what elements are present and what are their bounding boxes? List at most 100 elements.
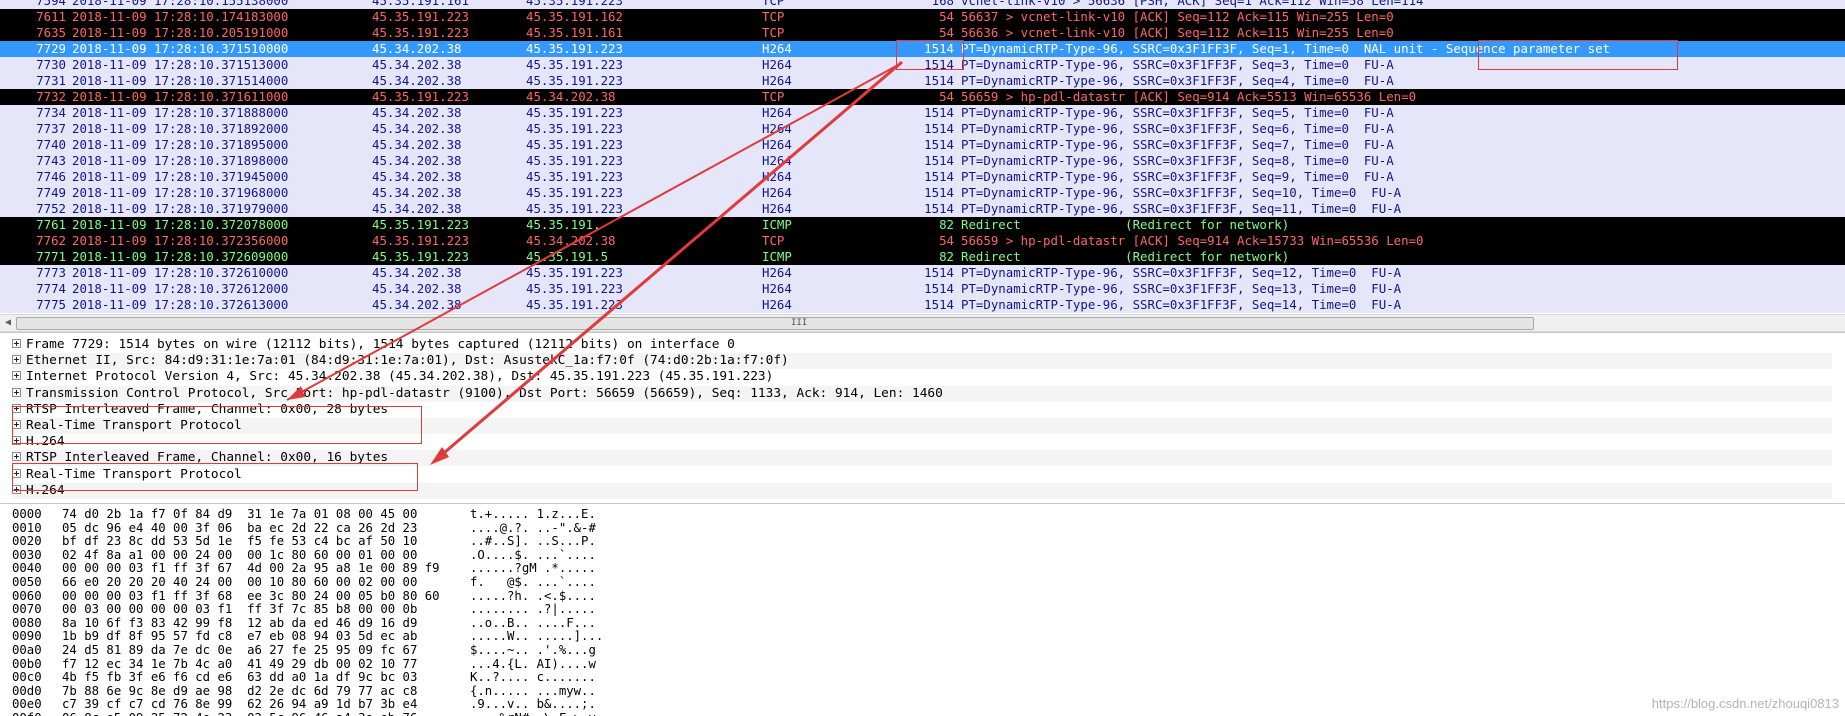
hex-offset: 0030 [12, 547, 42, 562]
packet-row[interactable]: 7762 2018-11-09 17:28:10.372356000 45.35.1… [0, 233, 1845, 249]
packet-row[interactable]: 7732 2018-11-09 17:28:10.371611000 45.35.1… [0, 89, 1845, 105]
expand-plus-icon[interactable] [12, 387, 21, 397]
annotation-box-rtp-1 [12, 406, 422, 444]
packet-row[interactable]: 7611 2018-11-09 17:28:10.174183000 45.35.1… [0, 9, 1845, 25]
packet-source: 45.35.191.223 [372, 25, 469, 40]
packet-source: 45.35.191.223 [372, 217, 469, 232]
packet-number: 7594 [36, 0, 66, 8]
scrollbar-thumb[interactable]: III [16, 317, 1534, 330]
packet-destination: 45.34.202.38 [526, 89, 616, 104]
packet-time: 2018-11-09 17:28:10.372612000 [72, 281, 289, 296]
packet-source: 45.34.202.38 [372, 153, 462, 168]
packet-row[interactable]: 7743 2018-11-09 17:28:10.371898000 45.34.2… [0, 153, 1845, 169]
hex-bytes: bf df 23 8c dd 53 5d 1e f5 fe 53 c4 bc a… [62, 534, 418, 549]
packet-number: 7746 [36, 169, 66, 184]
scroll-left-arrow-icon[interactable]: ◀ [2, 315, 14, 331]
packet-time: 2018-11-09 17:28:10.371892000 [72, 121, 289, 136]
packet-row[interactable]: 7749 2018-11-09 17:28:10.371968000 45.34.2… [0, 185, 1845, 201]
packet-number: 7732 [36, 89, 66, 104]
packet-number: 7731 [36, 73, 66, 88]
packet-destination: 45.35.191.161 [526, 25, 623, 40]
packet-time: 2018-11-09 17:28:10.372078000 [72, 217, 289, 232]
packet-info: 56637 > vcnet-link-v10 [ACK] Seq=112 Ack… [961, 9, 1394, 24]
hex-offset: 0010 [12, 520, 42, 535]
packet-number: 7743 [36, 153, 66, 168]
packet-number: 7752 [36, 201, 66, 216]
hex-bytes: 05 dc 96 e4 40 00 3f 06 ba ec 2d 22 ca 2… [62, 520, 418, 535]
packet-source: 45.34.202.38 [372, 201, 462, 216]
hex-bytes: f7 12 ec 34 1e 7b 4c a0 41 49 29 db 00 0… [62, 656, 418, 671]
packet-list-horizontal-scrollbar[interactable]: ◀ III [0, 314, 1845, 332]
packet-info: PT=DynamicRTP-Type-96, SSRC=0x3F1FF3F, S… [961, 169, 1394, 184]
hex-offset: 0060 [12, 588, 42, 603]
hex-offset: 00b0 [12, 656, 42, 671]
hex-bytes: 06 8c e5 09 25 72 4e 23 02 5c 96 46 a4 3… [62, 711, 417, 716]
packet-source: 45.35.191.223 [372, 233, 469, 248]
detail-tree-item[interactable]: Ethernet II, Src: 84:d9:31:1e:7a:01 (84:… [12, 353, 1832, 370]
packet-destination: 45.35.191.223 [526, 201, 623, 216]
packet-info: PT=DynamicRTP-Type-96, SSRC=0x3F1FF3F, S… [961, 281, 1402, 296]
packet-protocol: ICMP [762, 249, 792, 264]
hex-ascii: K..?.... c....... [470, 670, 596, 685]
annotation-box-length [896, 40, 964, 70]
packet-info: PT=DynamicRTP-Type-96, SSRC=0x3F1FF3F, S… [961, 201, 1402, 216]
packet-info: PT=DynamicRTP-Type-96, SSRC=0x3F1FF3F, S… [961, 105, 1394, 120]
packet-row[interactable]: 7746 2018-11-09 17:28:10.371945000 45.34.2… [0, 169, 1845, 185]
packet-destination: 45.35.191.223 [526, 265, 623, 280]
hex-bytes: 1b b9 df 8f 95 57 fd c8 e7 eb 08 94 03 5… [62, 629, 418, 644]
hex-ascii: ......?gM .*..... [470, 561, 596, 576]
packet-protocol: H264 [762, 297, 792, 312]
packet-destination: 45.35.191.223 [526, 137, 623, 152]
packet-destination: 45.35.191.223 [526, 0, 623, 8]
detail-tree-item[interactable]: Frame 7729: 1514 bytes on wire (12112 bi… [12, 337, 735, 353]
packet-destination: 45.35.191.223 [526, 281, 623, 296]
packet-source: 45.35.191.161 [372, 0, 469, 8]
packet-length: 1514 [924, 281, 954, 296]
hex-offset: 0070 [12, 602, 42, 617]
packet-destination: 45.35.191.5 [526, 249, 609, 264]
detail-tree-item[interactable]: Internet Protocol Version 4, Src: 45.34.… [12, 369, 773, 385]
hex-ascii: .9...v.. b&....;. [470, 697, 596, 712]
packet-length: 1514 [924, 297, 954, 312]
packet-destination: 45.35.191.223 [526, 41, 623, 56]
packet-row[interactable]: 7752 2018-11-09 17:28:10.371979000 45.34.2… [0, 201, 1845, 217]
packet-time: 2018-11-09 17:28:10.371895000 [72, 137, 289, 152]
packet-source: 45.34.202.38 [372, 265, 462, 280]
expand-plus-icon[interactable] [12, 339, 21, 348]
packet-protocol: ICMP [762, 217, 792, 232]
packet-info: 56659 > hp-pdl-datastr [ACK] Seq=914 Ack… [961, 89, 1417, 104]
packet-info: 56636 > vcnet-link-v10 [ACK] Seq=112 Ack… [961, 25, 1394, 40]
packet-bytes-pane[interactable]: 0000 74 d0 2b 1a f7 0f 84 d9 31 1e 7a 01 … [0, 503, 1845, 716]
packet-length: 1514 [924, 73, 954, 88]
hex-ascii: {.n..... ...myw.. [470, 683, 596, 698]
hex-ascii: ....%rN# .\.F.>.v [470, 711, 596, 716]
expand-plus-icon[interactable] [12, 371, 21, 381]
packet-time: 2018-11-09 17:28:10.372609000 [72, 249, 289, 264]
packet-number: 7761 [36, 217, 66, 232]
packet-destination: 45.35.191.223 [526, 73, 623, 88]
packet-row[interactable]: 7740 2018-11-09 17:28:10.371895000 45.34.2… [0, 137, 1845, 153]
packet-row[interactable]: 7594 2018-11-09 17:28:10.155138000 45.35.1… [0, 0, 1845, 9]
packet-number: 7773 [36, 265, 66, 280]
packet-row[interactable]: 7774 2018-11-09 17:28:10.372612000 45.34.2… [0, 281, 1845, 297]
packet-row[interactable]: 7731 2018-11-09 17:28:10.371514000 45.34.2… [0, 73, 1845, 89]
annotation-box-rtp-2 [12, 463, 418, 491]
hex-ascii: .....?h. .<.$.... [470, 588, 596, 603]
hex-offset: 0040 [12, 561, 42, 576]
packet-row[interactable]: 7737 2018-11-09 17:28:10.371892000 45.34.2… [0, 121, 1845, 137]
detail-tree-item[interactable]: Transmission Control Protocol, Src Port:… [12, 385, 1832, 402]
packet-row[interactable]: 7734 2018-11-09 17:28:10.371888000 45.34.2… [0, 105, 1845, 121]
expand-plus-icon[interactable] [12, 355, 21, 365]
packet-number: 7775 [36, 297, 66, 312]
packet-number: 7635 [36, 25, 66, 40]
expand-plus-icon[interactable] [12, 452, 21, 462]
packet-time: 2018-11-09 17:28:10.371513000 [72, 57, 289, 72]
packet-time: 2018-11-09 17:28:10.205191000 [72, 25, 289, 40]
packet-row[interactable]: 7773 2018-11-09 17:28:10.372610000 45.34.2… [0, 265, 1845, 281]
packet-row[interactable]: 7775 2018-11-09 17:28:10.372613000 45.34.2… [0, 297, 1845, 313]
packet-number: 7734 [36, 105, 66, 120]
packet-row[interactable]: 7761 2018-11-09 17:28:10.372078000 45.35.1… [0, 217, 1845, 233]
packet-row[interactable]: 7771 2018-11-09 17:28:10.372609000 45.35.1… [0, 249, 1845, 265]
packet-row[interactable]: 7635 2018-11-09 17:28:10.205191000 45.35.1… [0, 25, 1845, 41]
packet-protocol: H264 [762, 153, 792, 168]
